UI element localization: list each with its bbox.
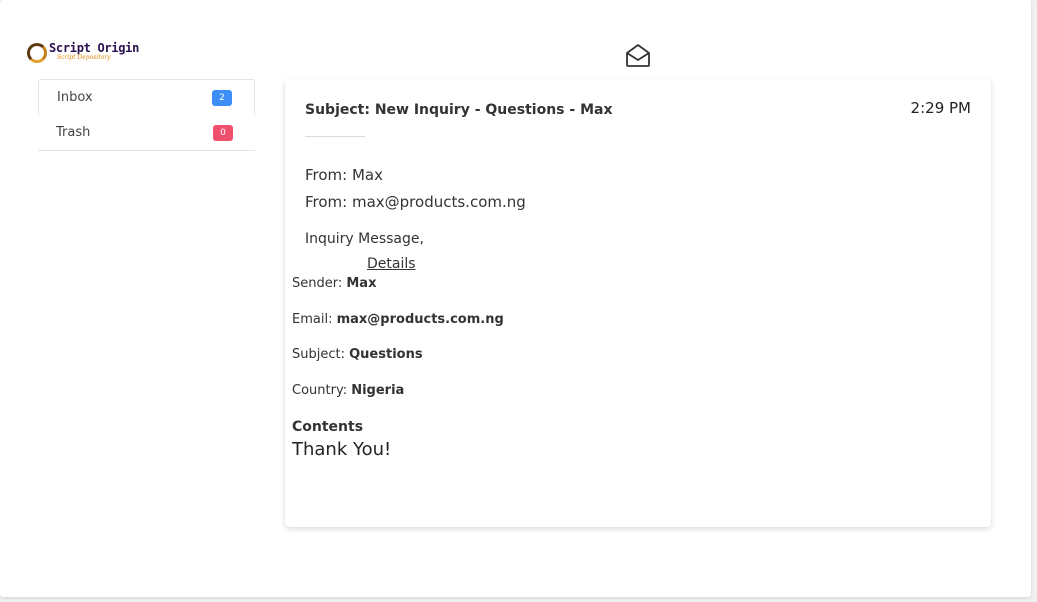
inbox-count-badge: 2 — [212, 89, 232, 106]
field-country: Country: Nigeria — [292, 383, 404, 398]
folder-label: Inbox — [57, 90, 93, 105]
logo-subtitle: Script Depository — [57, 54, 111, 61]
field-label: Country: — [292, 383, 352, 398]
envelope-open-icon — [626, 44, 650, 67]
field-value: Nigeria — [351, 383, 405, 398]
page: Script Origin Script Depository Inbox 2 … — [0, 0, 1031, 597]
field-label: Email: — [292, 312, 337, 327]
trash-count-badge: 0 — [213, 124, 233, 141]
from-email: From: max@products.com.ng — [305, 193, 526, 211]
sidebar-item-trash[interactable]: Trash 0 — [38, 115, 255, 151]
details-link[interactable]: Details — [367, 256, 416, 272]
from-name: From: Max — [305, 166, 383, 184]
field-value: max@products.com.ng — [336, 312, 504, 327]
sidebar-item-inbox[interactable]: Inbox 2 — [38, 79, 255, 115]
message-intro: Inquiry Message, — [305, 231, 424, 247]
field-subject: Subject: Questions — [292, 347, 423, 362]
divider — [305, 136, 365, 137]
folder-sidebar: Inbox 2 Trash 0 — [38, 79, 255, 151]
logo-title: Script Origin — [49, 41, 140, 55]
field-sender: Sender: Max — [292, 276, 376, 291]
field-email: Email: max@products.com.ng — [292, 312, 504, 327]
folder-label: Trash — [56, 125, 91, 140]
message-subject: Subject: New Inquiry - Questions - Max — [305, 102, 613, 118]
logo-ring-icon — [27, 43, 47, 63]
field-label: Subject: — [292, 347, 350, 362]
field-value: Max — [346, 276, 377, 291]
contents-label: Contents — [292, 419, 364, 435]
logo[interactable]: Script Origin Script Depository — [27, 42, 139, 63]
message-card: Subject: New Inquiry - Questions - Max 2… — [285, 79, 991, 527]
field-value: Questions — [349, 347, 423, 362]
contents-body: Thank You! — [292, 439, 392, 460]
field-label: Sender: — [292, 276, 347, 291]
message-time: 2:29 PM — [910, 99, 971, 117]
